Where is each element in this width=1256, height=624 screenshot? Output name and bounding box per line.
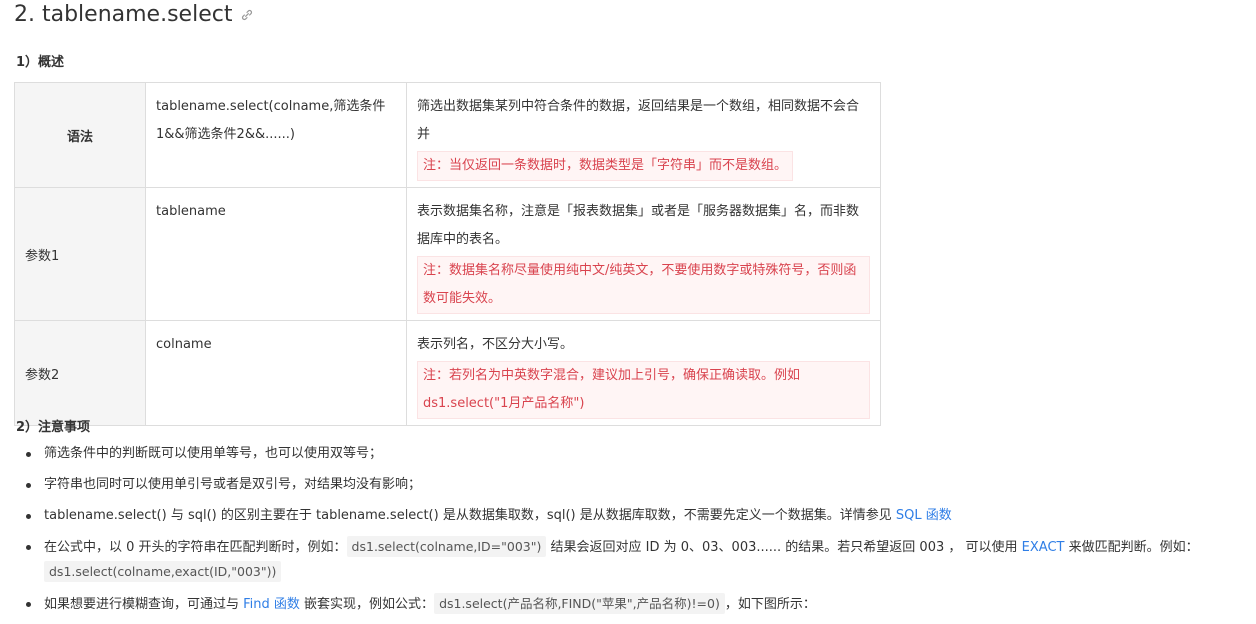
link-icon[interactable] <box>240 8 254 22</box>
syntax-table: 语法 tablename.select(colname,筛选条件1&&筛选条件2… <box>14 82 881 426</box>
section-overview-heading: 1）概述 <box>16 55 65 70</box>
list-item: 筛选条件中的判断既可以使用单等号，也可以使用双等号； <box>0 442 1256 466</box>
table-row: 参数2 colname 表示列名，不区分大小写。 注：若列名为中英数字混合，建议… <box>14 320 881 426</box>
param-cell: colname <box>145 320 407 426</box>
list-item: 在公式中，以 0 开头的字符串在匹配判断时，例如： ds1.select(coln… <box>0 535 1256 585</box>
tip-text: ，如下图所示： <box>724 597 816 612</box>
param-text: tablename <box>156 204 226 219</box>
tip-text: tablename.select() 与 sql() 的区别主要在于 table… <box>44 508 896 523</box>
list-item: 如果想要进行模糊查询，可通过与 Find 函数 嵌套实现，例如公式： ds1.se… <box>0 592 1256 617</box>
tip-text: 筛选条件中的判断既可以使用单等号，也可以使用双等号； <box>44 446 383 461</box>
row-label: 语法 <box>66 129 93 145</box>
code-snippet: ds1.select(colname,exact(ID,"003")) <box>44 561 282 582</box>
exact-function-link[interactable]: EXACT <box>1022 540 1065 555</box>
tip-text: 字符串也同时可以使用单引号或者是双引号，对结果均没有影响； <box>44 477 422 492</box>
list-item: tablename.select() 与 sql() 的区别主要在于 table… <box>0 504 1256 528</box>
sql-function-link[interactable]: SQL 函数 <box>896 508 952 523</box>
table-row: 语法 tablename.select(colname,筛选条件1&&筛选条件2… <box>14 82 881 188</box>
param-cell: tablename.select(colname,筛选条件1&&筛选条件2&&.… <box>145 82 407 188</box>
note-text: 注：若列名为中英数字混合，建议加上引号，确保正确读取。例如ds1.select(… <box>417 361 870 419</box>
tip-text: 结果会返回对应 ID 为 0、03、003...... 的结果。若只希望返回 0… <box>546 540 1022 555</box>
desc-text: 表示数据集名称，注意是「报表数据集」或者是「服务器数据集」名，而非数据库中的表名… <box>417 204 860 247</box>
desc-cell: 表示列名，不区分大小写。 注：若列名为中英数字混合，建议加上引号，确保正确读取。… <box>406 320 881 426</box>
page-title: 2. tablename.select <box>14 2 254 27</box>
desc-cell: 筛选出数据集某列中符合条件的数据，返回结果是一个数组，相同数据不会合并 注：当仅… <box>406 82 881 188</box>
desc-text: 表示列名，不区分大小写。 <box>417 337 574 352</box>
desc-cell: 表示数据集名称，注意是「报表数据集」或者是「服务器数据集」名，而非数据库中的表名… <box>406 187 881 321</box>
note-text: 注：数据集名称尽量使用纯中文/纯英文，不要使用数字或特殊符号，否则函数可能失效。 <box>417 256 870 314</box>
row-label-cell: 语法 <box>14 82 146 188</box>
row-label: 参数2 <box>25 367 60 383</box>
notes-list: 筛选条件中的判断既可以使用单等号，也可以使用双等号； 字符串也同时可以使用单引号… <box>0 442 1256 624</box>
tip-text: 如果想要进行模糊查询，可通过与 <box>44 597 244 612</box>
param-text: colname <box>156 337 212 352</box>
tip-text: 在公式中，以 0 开头的字符串在匹配判断时，例如： <box>44 540 347 555</box>
find-function-link[interactable]: Find 函数 <box>243 597 300 612</box>
param-cell: tablename <box>145 187 407 321</box>
desc-text: 筛选出数据集某列中符合条件的数据，返回结果是一个数组，相同数据不会合并 <box>417 99 860 142</box>
row-label: 参数1 <box>25 248 60 264</box>
tip-text: 来做匹配判断。例如： <box>1064 540 1199 555</box>
note-text: 注：当仅返回一条数据时，数据类型是「字符串」而不是数组。 <box>417 151 794 181</box>
row-label-cell: 参数1 <box>14 187 146 321</box>
list-item: 字符串也同时可以使用单引号或者是双引号，对结果均没有影响； <box>0 473 1256 497</box>
section-notes-heading: 2）注意事项 <box>16 420 91 435</box>
row-label-cell: 参数2 <box>14 320 146 426</box>
param-text: tablename.select(colname,筛选条件1&&筛选条件2&&.… <box>156 99 386 142</box>
code-snippet: ds1.select(产品名称,FIND("苹果",产品名称)!=0) <box>434 593 725 614</box>
table-row: 参数1 tablename 表示数据集名称，注意是「报表数据集」或者是「服务器数… <box>14 187 881 321</box>
code-snippet: ds1.select(colname,ID="003") <box>346 536 547 557</box>
page-title-text: 2. tablename.select <box>14 2 233 27</box>
tip-text: 嵌套实现，例如公式： <box>299 597 435 612</box>
